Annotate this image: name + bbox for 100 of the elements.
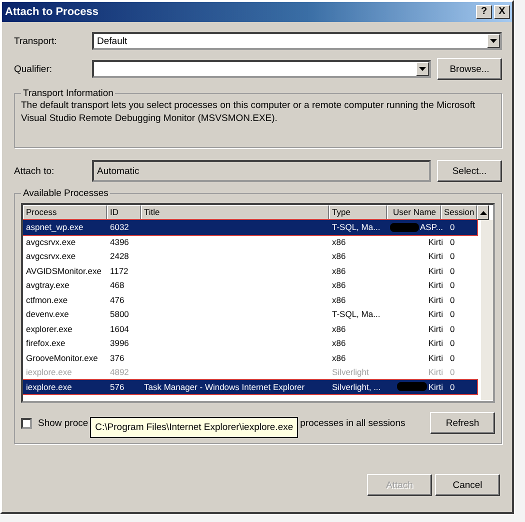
table-cell-text: x86 bbox=[331, 280, 347, 290]
table-cell-text: 0 bbox=[449, 309, 456, 320]
table-cell: Kirti bbox=[428, 352, 443, 363]
table-cell-text: AVGIDSMonitor.exe bbox=[25, 266, 102, 276]
transport-dropdown[interactable]: Default bbox=[92, 32, 502, 50]
table-cell-text: 6032 bbox=[109, 222, 130, 232]
table-cell-text: T-SQL, Ma... bbox=[331, 309, 382, 320]
process-row[interactable]: devenv.exe 5800 T-SQL, Ma... Kirti 0 bbox=[23, 307, 477, 322]
table-cell-text: 0 bbox=[449, 236, 456, 247]
table-cell-text: 1604 bbox=[109, 324, 130, 334]
table-cell: Kirti bbox=[428, 251, 443, 262]
column-header[interactable]: User Name bbox=[387, 205, 441, 220]
close-button[interactable]: X bbox=[494, 5, 510, 19]
table-cell-text: firefox.exe bbox=[25, 338, 66, 348]
table-cell-text: 468 bbox=[109, 280, 126, 290]
table-cell-text: Silverlight bbox=[331, 367, 370, 378]
table-cell-text: 4396 bbox=[109, 236, 130, 247]
table-cell: Kirti bbox=[428, 309, 443, 320]
table-cell-text: x86 bbox=[331, 352, 347, 363]
checkbox-label: processes in all sessions bbox=[300, 418, 406, 428]
table-cell: Kirti bbox=[428, 266, 443, 276]
table-cell-text: avgtray.exe bbox=[25, 280, 70, 290]
table-cell-text: iexplore.exe bbox=[25, 382, 73, 392]
table-cell-text: 0 bbox=[449, 367, 456, 378]
table-cell-text: 0 bbox=[449, 280, 456, 290]
browse-button[interactable]: Browse... bbox=[437, 58, 502, 80]
column-header[interactable]: ID bbox=[107, 205, 141, 220]
help-button[interactable]: ? bbox=[476, 5, 492, 19]
table-cell-text: 2428 bbox=[109, 251, 130, 262]
table-cell-text: x86 bbox=[331, 294, 347, 305]
table-cell: Kirti bbox=[428, 294, 443, 305]
scroll-up-icon[interactable] bbox=[477, 205, 489, 220]
table-cell-text: ctfmon.exe bbox=[25, 294, 69, 305]
field-label: Transport: bbox=[14, 36, 58, 46]
table-cell-text: 0 bbox=[449, 251, 456, 262]
select-button[interactable]: Select... bbox=[437, 160, 502, 182]
table-cell-text: 0 bbox=[449, 324, 456, 334]
table-cell-text: avgcsrvx.exe bbox=[25, 236, 77, 247]
process-row[interactable]: GrooveMonitor.exe 376 x86 Kirti 0 bbox=[23, 350, 477, 365]
field-label: Attach to: bbox=[14, 166, 56, 176]
table-cell-text: avgcsrvx.exe bbox=[25, 251, 77, 262]
table-cell-text: 1172 bbox=[109, 266, 130, 276]
tooltip: C:\Program Files\Internet Explorer\iexplore.exe bbox=[90, 416, 298, 438]
table-cell-text: Silverlight, ... bbox=[331, 382, 382, 392]
table-cell: Kirti bbox=[428, 324, 443, 334]
table-cell: Kirti bbox=[428, 338, 443, 348]
process-row[interactable]: avgcsrvx.exe 2428 x86 Kirti 0 bbox=[23, 249, 477, 264]
table-cell-text: 576 bbox=[109, 382, 126, 392]
table-cell-text: x86 bbox=[331, 266, 347, 276]
table-cell-text: 0 bbox=[449, 222, 456, 232]
checkbox-label: Show proce bbox=[38, 418, 88, 428]
table-cell: Kirti bbox=[428, 382, 443, 392]
scrollbar[interactable] bbox=[481, 220, 493, 400]
window-title: Attach to Process bbox=[5, 6, 99, 18]
table-cell-text: aspnet_wp.exe bbox=[25, 222, 84, 232]
process-row[interactable]: AVGIDSMonitor.exe 1172 x86 Kirti 0 bbox=[23, 264, 477, 278]
table-cell-text: 0 bbox=[449, 266, 456, 276]
column-header[interactable]: Type bbox=[329, 205, 387, 220]
qualifier-dropdown[interactable] bbox=[92, 60, 431, 78]
table-cell-text: x86 bbox=[331, 251, 347, 262]
table-cell: Kirti bbox=[428, 236, 443, 247]
column-header[interactable]: Session bbox=[441, 205, 477, 220]
attach-to-field[interactable]: Automatic bbox=[92, 160, 431, 182]
process-row[interactable]: explorer.exe 1604 x86 Kirti 0 bbox=[23, 322, 477, 336]
transport-description: The default transport lets you select processes on this computer or a remote computer running the Microsoft Visual Studio Remote Debugging Monitor (MSVSMON.EXE). bbox=[21, 99, 476, 125]
table-cell: ASP... bbox=[420, 222, 443, 232]
table-cell-text: GrooveMonitor.exe bbox=[25, 352, 99, 363]
table-cell-text: 0 bbox=[449, 294, 456, 305]
table-cell: Kirti bbox=[428, 280, 443, 290]
table-cell-text: explorer.exe bbox=[25, 324, 74, 334]
field-label: Qualifier: bbox=[14, 64, 54, 74]
refresh-button[interactable]: Refresh bbox=[430, 412, 495, 434]
table-cell-text: 0 bbox=[449, 352, 456, 363]
table-cell-text: devenv.exe bbox=[25, 309, 70, 320]
process-row[interactable]: ctfmon.exe 476 x86 Kirti 0 bbox=[23, 292, 477, 307]
process-row[interactable]: avgcsrvx.exe 4396 x86 Kirti 0 bbox=[23, 234, 477, 249]
process-row[interactable]: avgtray.exe 468 x86 Kirti 0 bbox=[23, 278, 477, 292]
cancel-button[interactable]: Cancel bbox=[435, 474, 500, 496]
table-cell-text: x86 bbox=[331, 324, 347, 334]
table-cell-text: 0 bbox=[449, 338, 456, 348]
table-cell-text: 5800 bbox=[109, 309, 130, 320]
table-cell-text: 4892 bbox=[109, 367, 130, 378]
table-cell-text: x86 bbox=[331, 338, 347, 348]
table-cell: Kirti bbox=[428, 367, 443, 378]
table-cell-text: 0 bbox=[449, 382, 456, 392]
process-row[interactable]: iexplore.exe 576 Task Manager - Windows Internet Explorer Silverlight, ... Kirti 0 bbox=[23, 380, 477, 394]
process-row[interactable]: aspnet_wp.exe 6032 T-SQL, Ma... ASP... 0 bbox=[23, 220, 477, 234]
table-cell-text: 3996 bbox=[109, 338, 130, 348]
column-header[interactable]: Process bbox=[23, 205, 107, 220]
group-heading: Available Processes bbox=[22, 188, 110, 199]
table-cell: Task Manager - Windows Internet Explorer bbox=[144, 382, 305, 392]
table-cell-text: 476 bbox=[109, 294, 126, 305]
table-cell-text: x86 bbox=[331, 236, 347, 247]
table-cell-text: iexplore.exe bbox=[25, 367, 73, 378]
process-row[interactable]: firefox.exe 3996 x86 Kirti 0 bbox=[23, 336, 477, 350]
table-cell-text: T-SQL, Ma... bbox=[331, 222, 382, 232]
column-header[interactable]: Title bbox=[141, 205, 329, 220]
checkbox[interactable] bbox=[21, 418, 32, 428]
table-cell-text: 376 bbox=[109, 352, 126, 363]
group-heading: Transport Information bbox=[22, 88, 114, 99]
